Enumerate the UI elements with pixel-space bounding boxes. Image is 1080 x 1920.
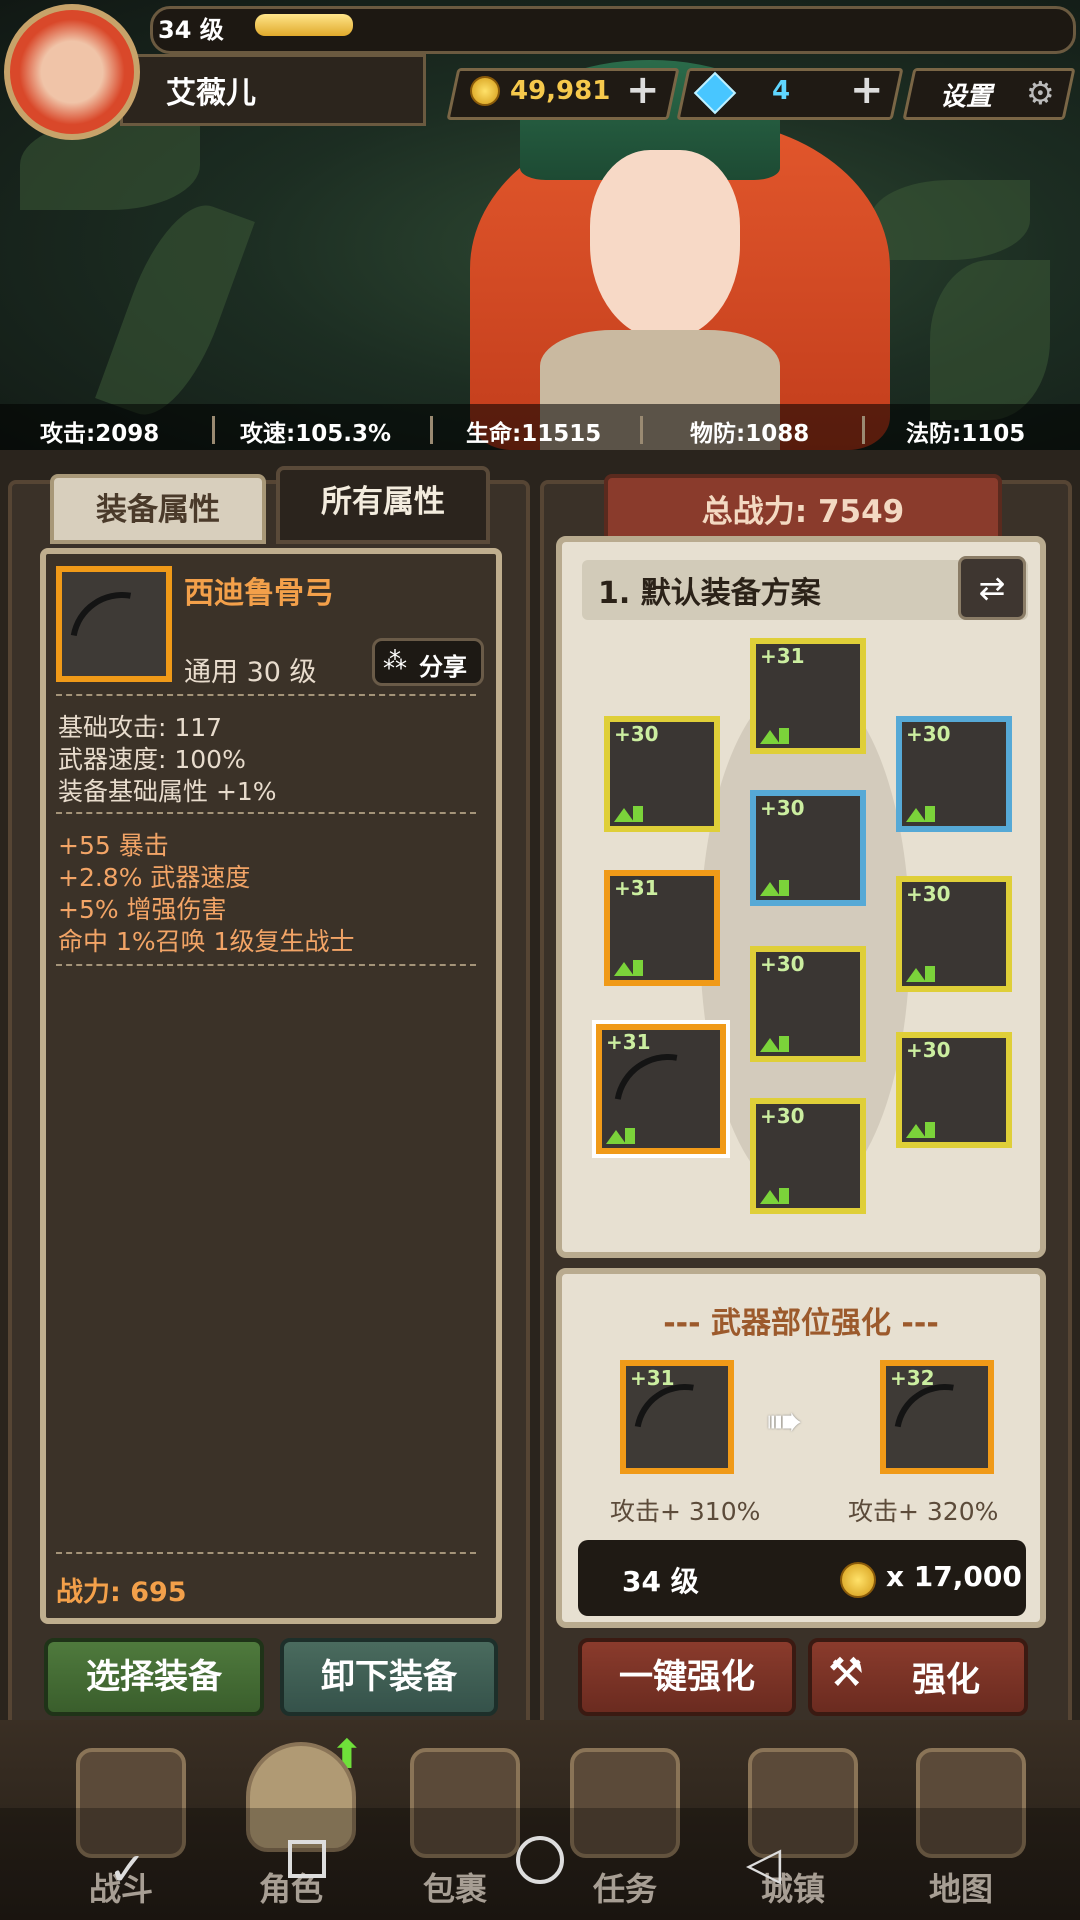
- add-diamond-button[interactable]: +: [850, 70, 884, 110]
- slot-level: +30: [906, 1038, 951, 1062]
- item-icon: [49, 566, 195, 717]
- gold-coin-icon: [470, 76, 500, 106]
- upgrade-title: --- 武器部位强化 ---: [663, 1306, 939, 1341]
- diamond-amount: 4: [772, 76, 791, 106]
- system-down-icon[interactable]: ✓: [108, 1842, 147, 1896]
- divider: [56, 964, 476, 966]
- bonus-summon: 命中 1%召唤 1级复生战士: [58, 927, 355, 956]
- divider: [56, 812, 476, 814]
- equip-slot-pants[interactable]: +30: [750, 946, 866, 1062]
- stat-physical-defense: 物防:1088: [690, 421, 810, 447]
- weapon-speed: 武器速度: 100%: [58, 745, 246, 774]
- equip-slot-armor[interactable]: +30: [750, 790, 866, 906]
- switch-plan-button[interactable]: ⇄: [958, 556, 1026, 620]
- upgrade-arrow-icon: [760, 1036, 789, 1052]
- tab-all-attributes[interactable]: 所有属性: [276, 466, 490, 544]
- equip-slot-shield[interactable]: +30: [896, 1032, 1012, 1148]
- equip-slot-belt[interactable]: +31: [604, 870, 720, 986]
- tab-equip-attributes[interactable]: 装备属性: [50, 474, 266, 544]
- equipment-plan-name: 1. 默认装备方案: [598, 576, 821, 611]
- upgrade-arrow-icon: [760, 880, 789, 896]
- stat-magic-defense: 法防:1105: [906, 421, 1026, 447]
- arrow-right-icon: ➠: [766, 1396, 803, 1447]
- upgrade-arrow-icon: [906, 1122, 935, 1138]
- base-attack: 基础攻击: 117: [58, 713, 223, 742]
- equip-slot-hat[interactable]: +31: [750, 638, 866, 754]
- slot-level: +30: [906, 722, 951, 746]
- divider: [56, 1552, 476, 1554]
- stat-attack: 攻击:2098: [40, 421, 160, 447]
- equip-slot-ring[interactable]: +30: [604, 716, 720, 832]
- upgrade-arrow-icon: [760, 1188, 789, 1204]
- stat-divider: [862, 416, 865, 444]
- equip-slot-necklace[interactable]: +30: [896, 716, 1012, 832]
- upgrade-arrow-icon: [614, 960, 643, 976]
- item-power: 战力: 695: [56, 1577, 187, 1608]
- stat-divider: [640, 416, 643, 444]
- player-name: 艾薇儿: [166, 76, 256, 111]
- enhance-label: 强化: [912, 1660, 980, 1700]
- gold-amount: 49,981: [510, 76, 611, 106]
- system-home-icon[interactable]: [516, 1836, 564, 1884]
- enhance-button[interactable]: ⚒ 强化: [808, 1638, 1028, 1716]
- share-label: 分享: [419, 653, 467, 681]
- divider: [56, 694, 476, 696]
- stat-attack-speed: 攻速:105.3%: [240, 421, 391, 447]
- item-name: 西迪鲁骨弓: [184, 576, 334, 611]
- player-level: 34 级: [158, 16, 224, 44]
- add-gold-button[interactable]: +: [626, 70, 660, 110]
- select-equipment-button[interactable]: 选择装备: [44, 1638, 264, 1716]
- upgrade-arrow-icon: [606, 1128, 635, 1144]
- stat-divider: [430, 416, 433, 444]
- upgrade-arrow-icon: [906, 966, 935, 982]
- slot-level: +30: [906, 882, 951, 906]
- bonus-crit: +55 暴击: [58, 831, 169, 860]
- slot-level: +31: [760, 644, 805, 668]
- slot-level: +30: [760, 1104, 805, 1128]
- stat-hp: 生命:11515: [466, 421, 602, 447]
- bonus-damage: +5% 增强伤害: [58, 895, 227, 924]
- stat-divider: [212, 416, 215, 444]
- slot-level: +31: [606, 1030, 651, 1054]
- slot-level: +31: [614, 876, 659, 900]
- slot-level: +30: [760, 796, 805, 820]
- share-icon: ⁂: [383, 647, 407, 675]
- equip-slot-boots[interactable]: +30: [750, 1098, 866, 1214]
- system-recents-icon[interactable]: [288, 1840, 326, 1878]
- total-power: 总战力: 7549: [701, 494, 905, 530]
- upgrade-arrow-icon: [760, 728, 789, 744]
- slot-level: +30: [760, 952, 805, 976]
- level-progress-fill: [255, 14, 353, 36]
- unequip-button[interactable]: 卸下装备: [280, 1638, 498, 1716]
- equip-slot-gloves[interactable]: +30: [896, 876, 1012, 992]
- upgrade-to-icon: +32: [873, 1360, 1017, 1507]
- system-back-icon[interactable]: ◁: [746, 1836, 781, 1890]
- one-key-enhance-button[interactable]: 一键强化: [578, 1638, 796, 1716]
- upgrade-arrow-icon: [614, 806, 643, 822]
- bonus-speed: +2.8% 武器速度: [58, 863, 251, 892]
- base-attribute-bonus: 装备基础属性 +1%: [58, 777, 277, 806]
- required-level: 34 级: [622, 1565, 699, 1598]
- character-face: [590, 150, 740, 340]
- avatar[interactable]: [4, 4, 140, 140]
- item-type-level: 通用 30 级: [184, 657, 317, 688]
- to-attack: 攻击+ 320%: [848, 1497, 999, 1526]
- upgrade-arrow-icon: [906, 806, 935, 822]
- gear-icon[interactable]: ⚙: [1026, 74, 1055, 112]
- hammer-icon: ⚒: [828, 1650, 864, 1696]
- settings-label: 设置: [940, 82, 993, 112]
- from-attack: 攻击+ 310%: [610, 1497, 761, 1526]
- slot-level: +30: [614, 722, 659, 746]
- equip-slot-weapon-selected[interactable]: +31: [592, 1024, 744, 1184]
- gold-coin-icon: [840, 1562, 876, 1598]
- share-button[interactable]: ⁂ 分享: [372, 638, 484, 686]
- upgrade-from-icon: +31: [613, 1360, 757, 1507]
- upgrade-cost: x 17,000: [886, 1560, 1022, 1593]
